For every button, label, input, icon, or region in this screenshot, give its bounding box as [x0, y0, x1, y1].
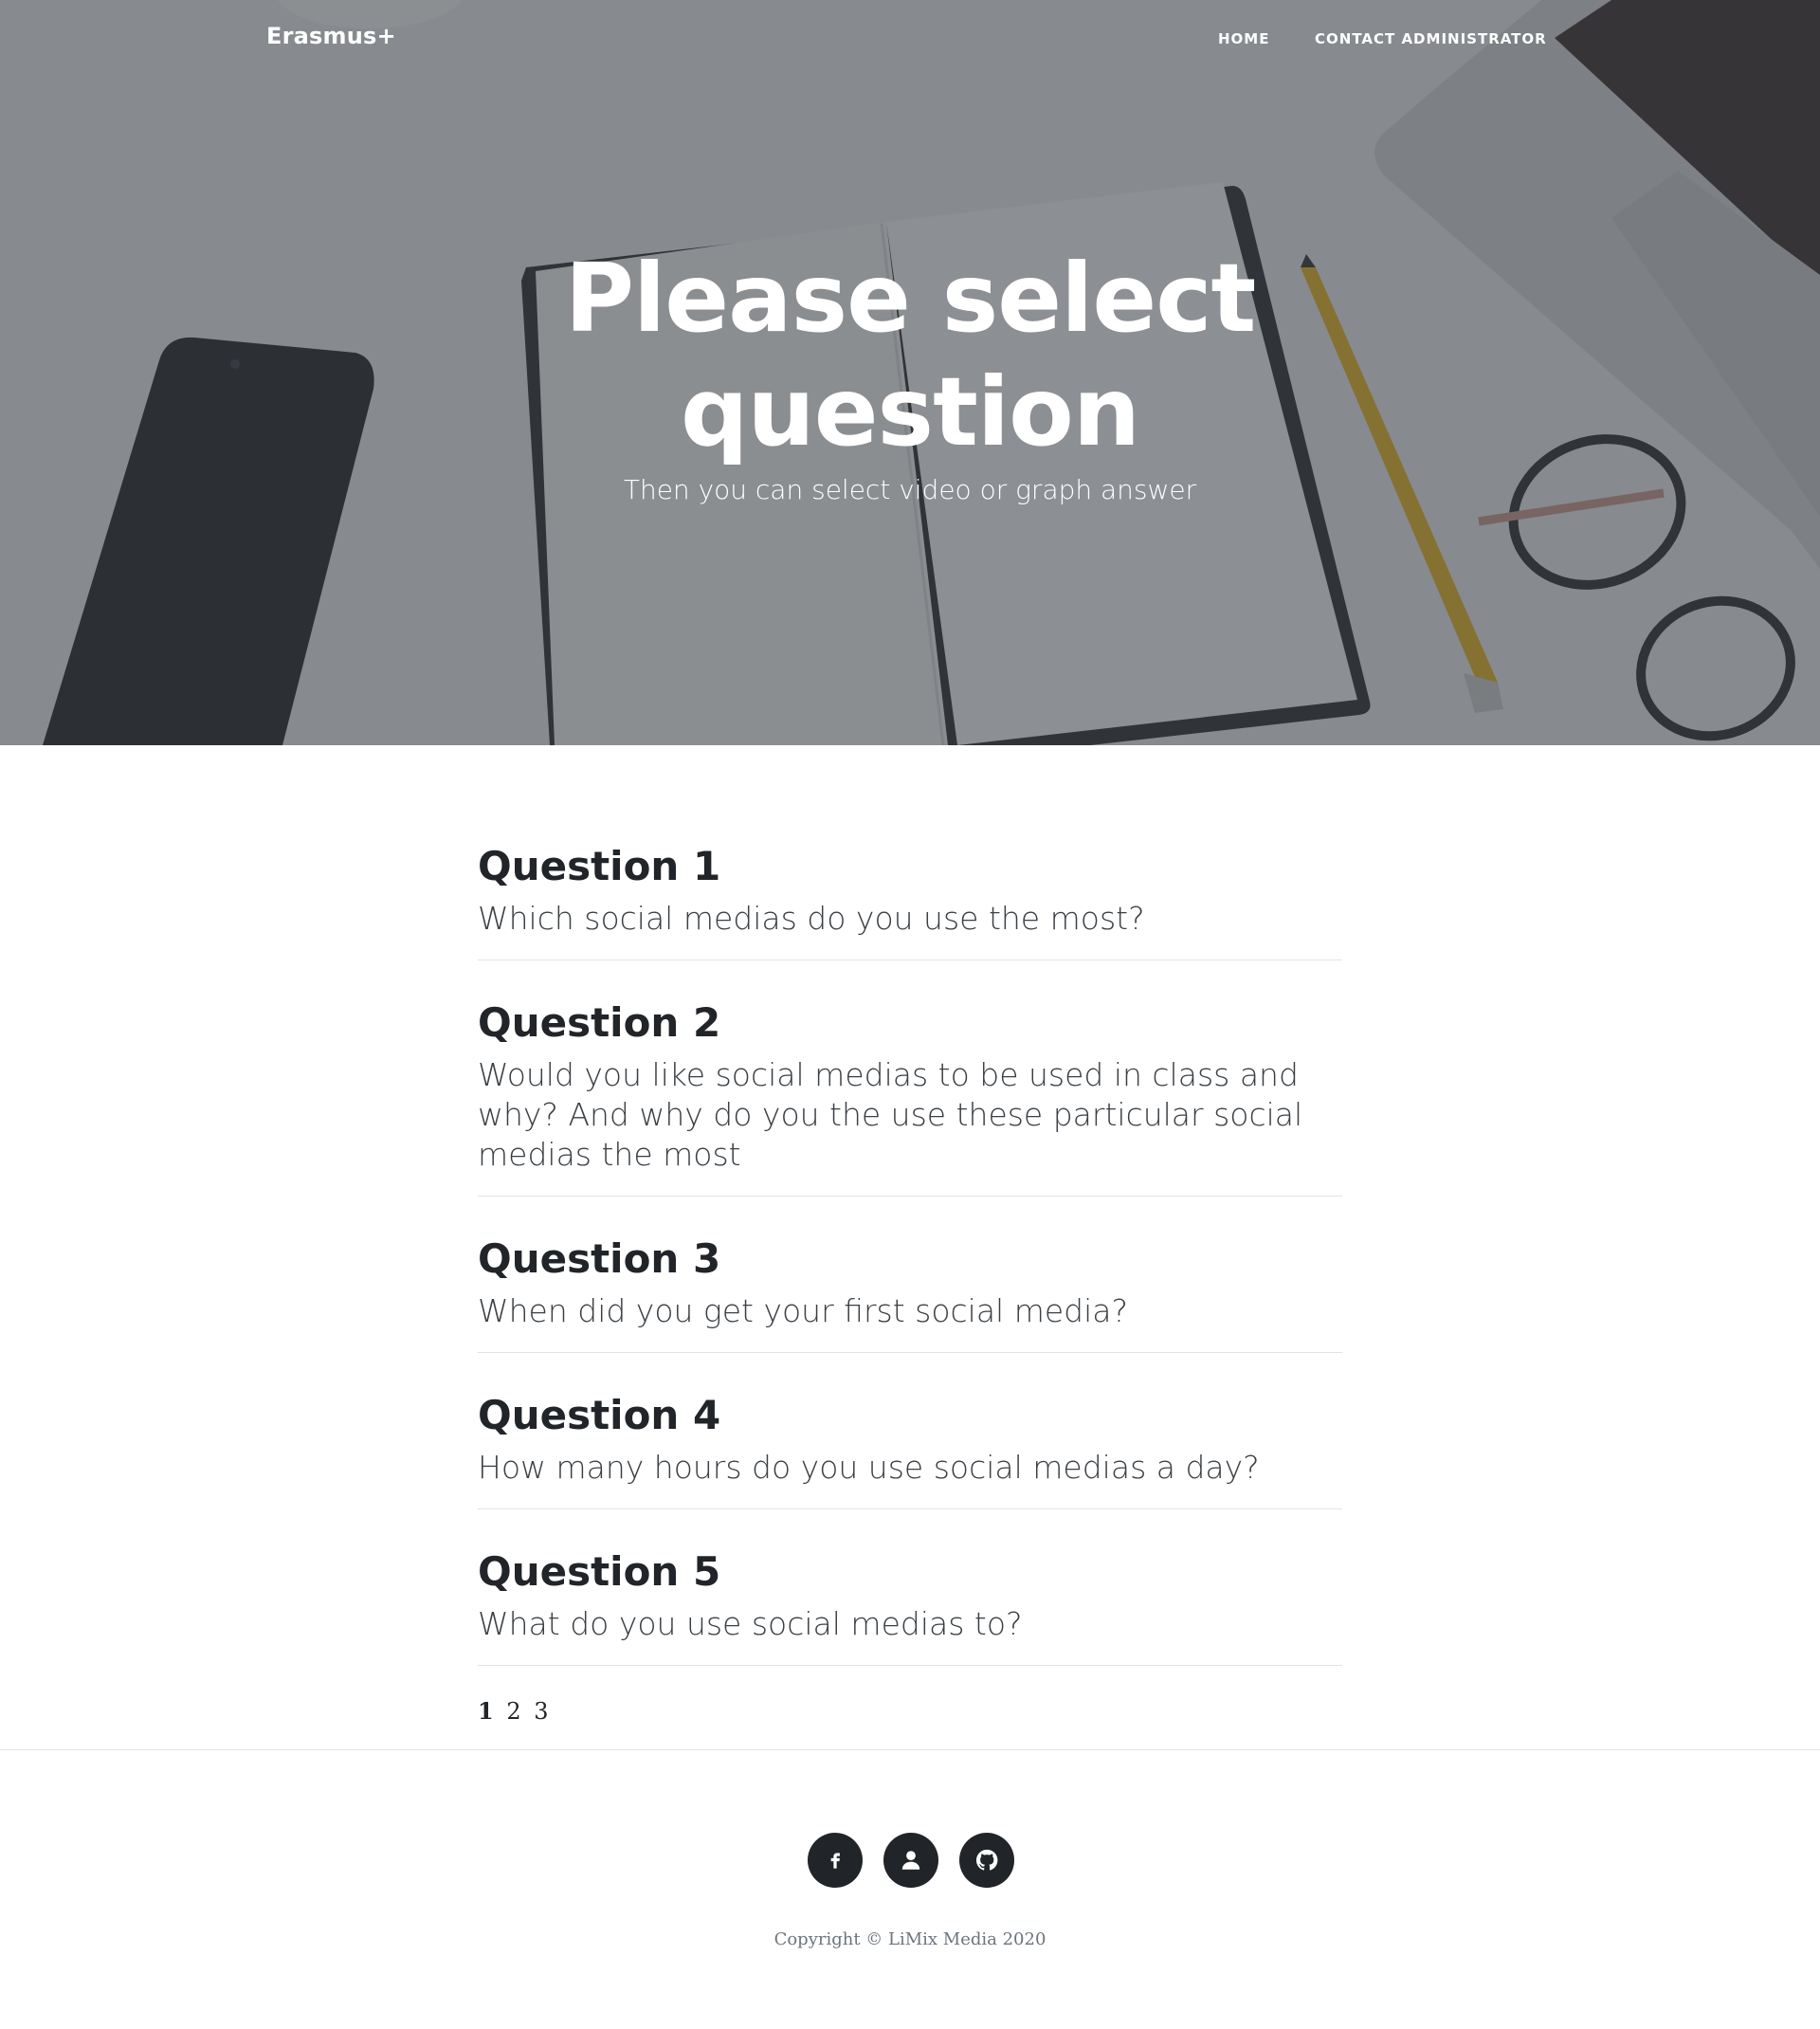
question-title: Question 1: [478, 843, 721, 889]
page-title: Please select question: [564, 243, 1257, 467]
page-subtitle: Then you can select video or graph answe…: [623, 474, 1197, 505]
question-item-1[interactable]: Question 1 Which social medias do you us…: [478, 834, 1342, 960]
brand-logo[interactable]: Erasmus+: [266, 23, 396, 49]
page-link-1[interactable]: 1: [478, 1697, 494, 1725]
navbar: Erasmus+ HOME CONTACT ADMINISTRATOR: [0, 0, 1820, 80]
facebook-link[interactable]: [808, 1833, 863, 1888]
question-title: Question 5: [478, 1548, 721, 1595]
question-item-4[interactable]: Question 4 How many hours do you use soc…: [478, 1383, 1342, 1509]
nav-contact-administrator[interactable]: CONTACT ADMINISTRATOR: [1315, 30, 1547, 47]
user-icon: [901, 1851, 920, 1870]
hero-section: Erasmus+ HOME CONTACT ADMINISTRATOR Plea…: [0, 0, 1820, 745]
question-title: Question 4: [478, 1392, 721, 1438]
page-link-3[interactable]: 3: [534, 1698, 548, 1725]
page-link-2[interactable]: 2: [506, 1698, 520, 1725]
footer-divider: [0, 1749, 1820, 1750]
question-item-2[interactable]: Question 2 Would you like social medias …: [478, 991, 1342, 1197]
nav-home[interactable]: HOME: [1218, 30, 1269, 47]
user-link[interactable]: [883, 1833, 938, 1888]
question-text: Which social medias do you use the most?: [478, 900, 1145, 937]
copyright-text: Copyright © LiMix Media 2020: [774, 1929, 1046, 1949]
question-title: Question 2: [478, 999, 721, 1046]
question-list: Question 1 Which social medias do you us…: [478, 834, 1342, 1696]
question-item-3[interactable]: Question 3 When did you get your first s…: [478, 1227, 1342, 1353]
question-item-5[interactable]: Question 5 What do you use social medias…: [478, 1540, 1342, 1666]
question-text: How many hours do you use social medias …: [478, 1449, 1260, 1486]
pagination: 1 2 3: [478, 1697, 555, 1725]
question-text: Would you like social medias to be used …: [478, 1056, 1303, 1173]
github-link[interactable]: [959, 1833, 1014, 1888]
question-text: What do you use social medias to?: [478, 1605, 1023, 1642]
github-icon: [975, 1849, 998, 1871]
facebook-icon: [830, 1853, 840, 1869]
question-text: When did you get your first social media…: [478, 1292, 1129, 1329]
question-title: Question 3: [478, 1235, 721, 1282]
